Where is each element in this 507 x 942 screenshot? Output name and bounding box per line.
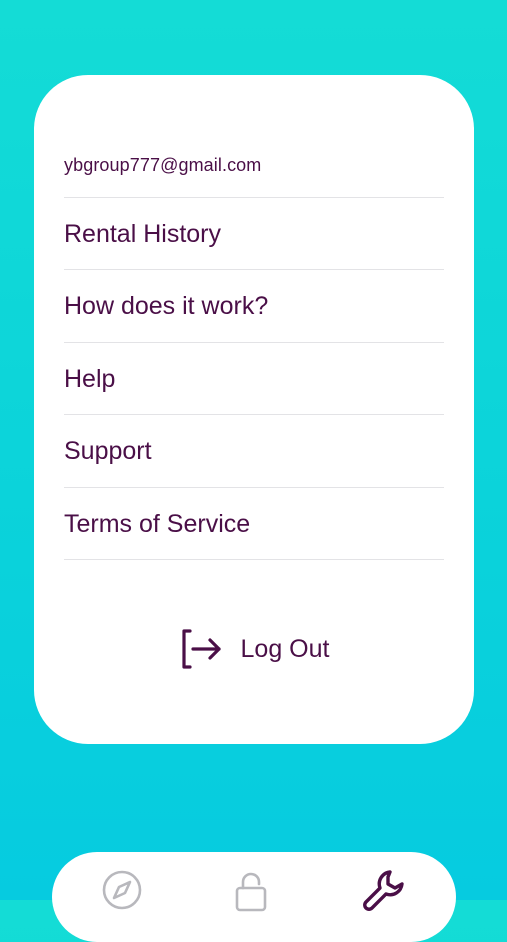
logout-button[interactable]: Log Out <box>34 623 474 675</box>
tab-settings[interactable] <box>360 868 408 916</box>
compass-icon <box>100 868 144 917</box>
tab-unlock[interactable] <box>227 868 275 916</box>
account-email: ybgroup777@gmail.com <box>64 155 262 175</box>
menu-item-support[interactable]: Support <box>64 415 444 487</box>
wrench-icon <box>360 868 408 921</box>
menu-item-how-it-works[interactable]: How does it work? <box>64 270 444 342</box>
divider <box>64 559 444 560</box>
logout-label: Log Out <box>240 634 330 663</box>
tab-explore[interactable] <box>98 868 146 916</box>
menu-item-terms-of-service[interactable]: Terms of Service <box>64 488 444 560</box>
menu-item-help[interactable]: Help <box>64 343 444 415</box>
settings-card: ybgroup777@gmail.com Rental History How … <box>34 75 474 744</box>
unlock-icon <box>229 868 273 917</box>
menu-item-rental-history[interactable]: Rental History <box>64 198 444 270</box>
logout-icon <box>179 628 223 670</box>
bottom-tab-bar <box>52 852 456 942</box>
